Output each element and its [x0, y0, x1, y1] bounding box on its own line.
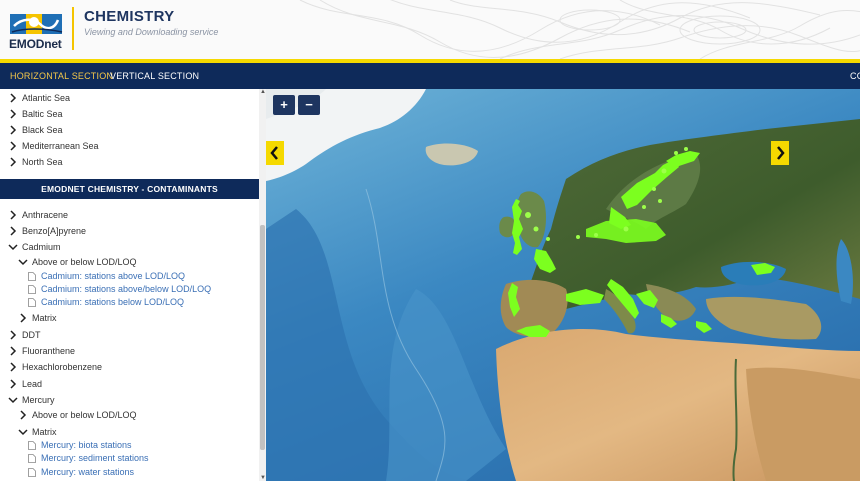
- tab-truncated[interactable]: CO: [850, 71, 860, 81]
- document-icon: [28, 440, 36, 450]
- header-divider: [72, 7, 74, 50]
- document-icon: [28, 284, 36, 294]
- tree-item-lead[interactable]: Lead: [8, 377, 42, 391]
- layer-tree-sidebar: Atlantic Sea Baltic Sea Black Sea Medite…: [0, 89, 266, 481]
- chevron-right-icon[interactable]: [8, 125, 18, 135]
- tree-item-mercury[interactable]: Mercury: [8, 393, 55, 407]
- tree-item-label: DDT: [22, 330, 41, 340]
- zoom-in-button[interactable]: +: [273, 95, 295, 115]
- tree-item-label: Atlantic Sea: [22, 93, 71, 103]
- tab-horizontal-section[interactable]: HORIZONTAL SECTION: [10, 71, 113, 81]
- layer-cadmium-below-lod[interactable]: Cadmium: stations below LOD/LOQ: [28, 295, 184, 309]
- tree-item-label: Anthracene: [22, 210, 69, 220]
- tree-item-ddt[interactable]: DDT: [8, 328, 41, 342]
- section-header-contaminants: EMODNET CHEMISTRY - CONTAMINANTS: [0, 179, 259, 199]
- tree-item-label: Black Sea: [22, 125, 63, 135]
- tree-item-mercury-matrix[interactable]: Matrix: [18, 425, 57, 439]
- document-icon: [28, 453, 36, 463]
- document-icon: [28, 271, 36, 281]
- tree-item-mercury-lod[interactable]: Above or below LOD/LOQ: [18, 408, 137, 422]
- chevron-right-icon[interactable]: [8, 346, 18, 356]
- tree-item-fluoranthene[interactable]: Fluoranthene: [8, 344, 75, 358]
- chevron-down-icon[interactable]: [18, 257, 28, 267]
- app-header: EMODnet CHEMISTRY Viewing and Downloadin…: [0, 0, 860, 59]
- tree-item-north-sea[interactable]: North Sea: [8, 155, 63, 169]
- tree-item-black-sea[interactable]: Black Sea: [8, 123, 63, 137]
- chevron-right-icon[interactable]: [18, 313, 28, 323]
- expand-panel-button[interactable]: [771, 141, 789, 165]
- zoom-out-button[interactable]: −: [298, 95, 320, 115]
- tree-item-label: Mediterranean Sea: [22, 141, 99, 151]
- tree-item-label: Mercury: [22, 395, 55, 405]
- chevron-right-icon[interactable]: [8, 210, 18, 220]
- chevron-right-icon[interactable]: [8, 330, 18, 340]
- chevron-down-icon[interactable]: [8, 242, 18, 252]
- chevron-down-icon[interactable]: [8, 395, 18, 405]
- tree-item-baltic-sea[interactable]: Baltic Sea: [8, 107, 63, 121]
- tree-item-label: Baltic Sea: [22, 109, 63, 119]
- document-icon: [28, 297, 36, 307]
- chevron-right-icon[interactable]: [8, 226, 18, 236]
- app-subtitle: Viewing and Downloading service: [84, 27, 219, 37]
- sidebar-scrollbar[interactable]: ▲ ▼: [259, 89, 266, 481]
- tree-item-label: Matrix: [32, 427, 57, 437]
- chevron-right-icon: [777, 146, 785, 160]
- document-icon: [28, 467, 36, 477]
- chevron-left-icon: [270, 146, 278, 160]
- collapse-sidebar-button[interactable]: [266, 141, 284, 165]
- tab-vertical-section[interactable]: VERTICAL SECTION: [110, 71, 199, 81]
- layer-link[interactable]: Mercury: water stations: [41, 467, 134, 477]
- layer-link[interactable]: Cadmium: stations above LOD/LOQ: [41, 271, 185, 281]
- layer-link[interactable]: Mercury: biota stations: [41, 440, 132, 450]
- chevron-down-icon[interactable]: [18, 427, 28, 437]
- app-title: CHEMISTRY: [84, 8, 175, 25]
- layer-mercury-water[interactable]: Mercury: water stations: [28, 465, 134, 479]
- tree-item-label: Above or below LOD/LOQ: [32, 257, 137, 267]
- layer-mercury-sediment[interactable]: Mercury: sediment stations: [28, 451, 149, 465]
- tree-item-cadmium-matrix[interactable]: Matrix: [18, 311, 57, 325]
- tree-item-label: Benzo[A]pyrene: [22, 226, 87, 236]
- tree-item-label: Fluoranthene: [22, 346, 76, 356]
- layer-mercury-biota[interactable]: Mercury: biota stations: [28, 438, 132, 452]
- tree-item-benzo-a-pyrene[interactable]: Benzo[A]pyrene: [8, 224, 86, 238]
- chevron-right-icon[interactable]: [8, 157, 18, 167]
- chevron-right-icon[interactable]: [18, 410, 28, 420]
- tree-item-label: Above or below LOD/LOQ: [32, 410, 137, 420]
- logo-text: EMODnet: [9, 37, 62, 51]
- layer-cadmium-above-lod[interactable]: Cadmium: stations above LOD/LOQ: [28, 269, 185, 283]
- chevron-right-icon[interactable]: [8, 141, 18, 151]
- chevron-right-icon[interactable]: [8, 93, 18, 103]
- tree-item-label: Hexachlorobenzene: [22, 362, 103, 372]
- chevron-right-icon[interactable]: [8, 379, 18, 389]
- tree-item-hexachlorobenzene[interactable]: Hexachlorobenzene: [8, 360, 102, 374]
- tree-item-cadmium-lod[interactable]: Above or below LOD/LOQ: [18, 255, 137, 269]
- map-viewer[interactable]: + −: [266, 89, 860, 481]
- layer-cadmium-above-below-lod[interactable]: Cadmium: stations above/below LOD/LOQ: [28, 282, 211, 296]
- chevron-right-icon[interactable]: [8, 109, 18, 119]
- tree-item-label: Lead: [22, 379, 43, 389]
- tree-item-label: Cadmium: [22, 242, 61, 252]
- tree-item-atlantic-sea[interactable]: Atlantic Sea: [8, 91, 70, 105]
- tree-item-cadmium[interactable]: Cadmium: [8, 240, 61, 254]
- chevron-right-icon[interactable]: [8, 362, 18, 372]
- layer-link[interactable]: Cadmium: stations above/below LOD/LOQ: [41, 284, 211, 294]
- tree-item-anthracene[interactable]: Anthracene: [8, 208, 68, 222]
- tree-item-label: North Sea: [22, 157, 63, 167]
- tree-item-label: Matrix: [32, 313, 57, 323]
- layer-link[interactable]: Cadmium: stations below LOD/LOQ: [41, 297, 184, 307]
- layer-link[interactable]: Mercury: sediment stations: [41, 453, 149, 463]
- main-navbar: HORIZONTAL SECTION VERTICAL SECTION CO: [0, 63, 860, 89]
- tree-item-mediterranean-sea[interactable]: Mediterranean Sea: [8, 139, 99, 153]
- scrollbar-thumb[interactable]: [260, 225, 265, 450]
